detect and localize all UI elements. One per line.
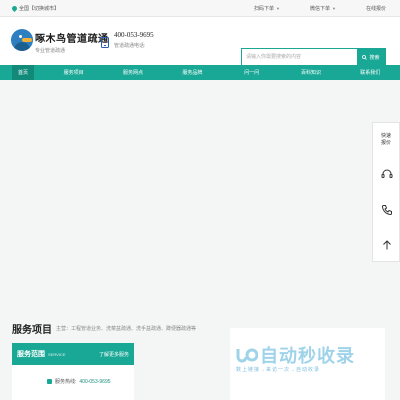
location-pin-icon (10, 4, 19, 13)
watermark-subtitle: 数上链接→来访一次→自动收录 (236, 367, 321, 373)
quick-quote-line1[interactable]: 快速 (373, 133, 399, 140)
nav-item-wiki[interactable]: 百科知识 (281, 65, 340, 80)
search-button-label[interactable]: 搜索 (369, 54, 379, 61)
nav-item-contact[interactable]: 联系我们 (341, 65, 400, 80)
more-services-link[interactable]: 了解更多服务 (99, 351, 129, 358)
nav-item-outlets[interactable]: 服务网点 (103, 65, 162, 80)
scan-order-link[interactable]: 扫码下单 ▼ (254, 5, 280, 12)
back-to-top-icon[interactable] (381, 239, 393, 251)
hotline-number[interactable]: 400-053-9695 (79, 379, 110, 385)
hotline-icon (47, 379, 52, 384)
quick-quote-button[interactable]: 快速 报价 (373, 123, 399, 147)
headset-icon[interactable] (381, 168, 393, 180)
watermark-title: 自动秒收录 (260, 346, 355, 366)
online-quote-link[interactable]: 在线报价 (366, 5, 386, 12)
service-scope-title: 服务范围 (17, 351, 45, 358)
top-bar: 全国【切换城市】 扫码下单 ▼ 微信下单 ▼ 在线报价 (0, 0, 400, 17)
service-scope-card: 服务范围 SERVICE 了解更多服务 服务热线: 400-053-9695 (12, 343, 134, 400)
nav-item-faq[interactable]: 问一问 (222, 65, 281, 80)
nav-item-services[interactable]: 服务项目 (44, 65, 103, 80)
main-nav: 首页 服务项目 服务网点 服务品牌 问一问 百科知识 联系我们 (0, 65, 400, 80)
chevron-down-icon: ▼ (276, 6, 280, 11)
search-icon (362, 54, 368, 60)
site-header: 啄木鸟管道疏通 专业管道疏通 400-053-9695 管道疏通电话: 搜索 (0, 17, 400, 66)
woodpecker-logo-icon[interactable] (11, 29, 33, 51)
watermark-banner: 自动秒收录 数上链接→来访一次→自动收录 (230, 328, 385, 400)
scan-order-label[interactable]: 扫码下单 (254, 5, 274, 12)
chevron-down-icon: ▼ (332, 6, 336, 11)
wechat-order-label[interactable]: 微信下单 (310, 5, 330, 12)
nav-item-home[interactable]: 首页 (12, 65, 34, 80)
phone-icon (101, 37, 109, 48)
nav-item-brands[interactable]: 服务品牌 (163, 65, 222, 80)
service-hotline: 服务热线: 400-053-9695 (47, 378, 111, 385)
hotline-label: 服务热线: (55, 379, 77, 385)
brand-name[interactable]: 啄木鸟管道疏通 (35, 30, 109, 45)
service-scope-en: SERVICE (48, 351, 66, 357)
wechat-order-link[interactable]: 微信下单 ▼ (310, 5, 336, 12)
search-button[interactable]: 搜索 (357, 49, 385, 65)
floating-sidebar: 快速 报价 (372, 122, 400, 262)
online-quote-label[interactable]: 在线报价 (366, 5, 386, 12)
brand-subtitle: 专业管道疏通 (35, 48, 66, 54)
location-label[interactable]: 全国【切换城市】 (19, 5, 59, 12)
header-phone-label: 管道疏通电话: (114, 43, 146, 49)
search-input[interactable] (242, 49, 357, 65)
header-phone-number: 400-053-9695 (114, 31, 154, 39)
quick-quote-line2[interactable]: 报价 (373, 140, 399, 147)
services-section-subtitle: 主营：工程管道业务、洗菜盆疏通、洗手盆疏通、蹲便器疏通等 (56, 326, 197, 332)
services-section-title: 服务项目 (12, 325, 52, 336)
search-bar: 搜索 (241, 48, 386, 66)
link-logo-icon (236, 348, 258, 363)
phone-call-icon[interactable] (381, 204, 393, 216)
location-selector[interactable]: 全国【切换城市】 (10, 4, 59, 13)
